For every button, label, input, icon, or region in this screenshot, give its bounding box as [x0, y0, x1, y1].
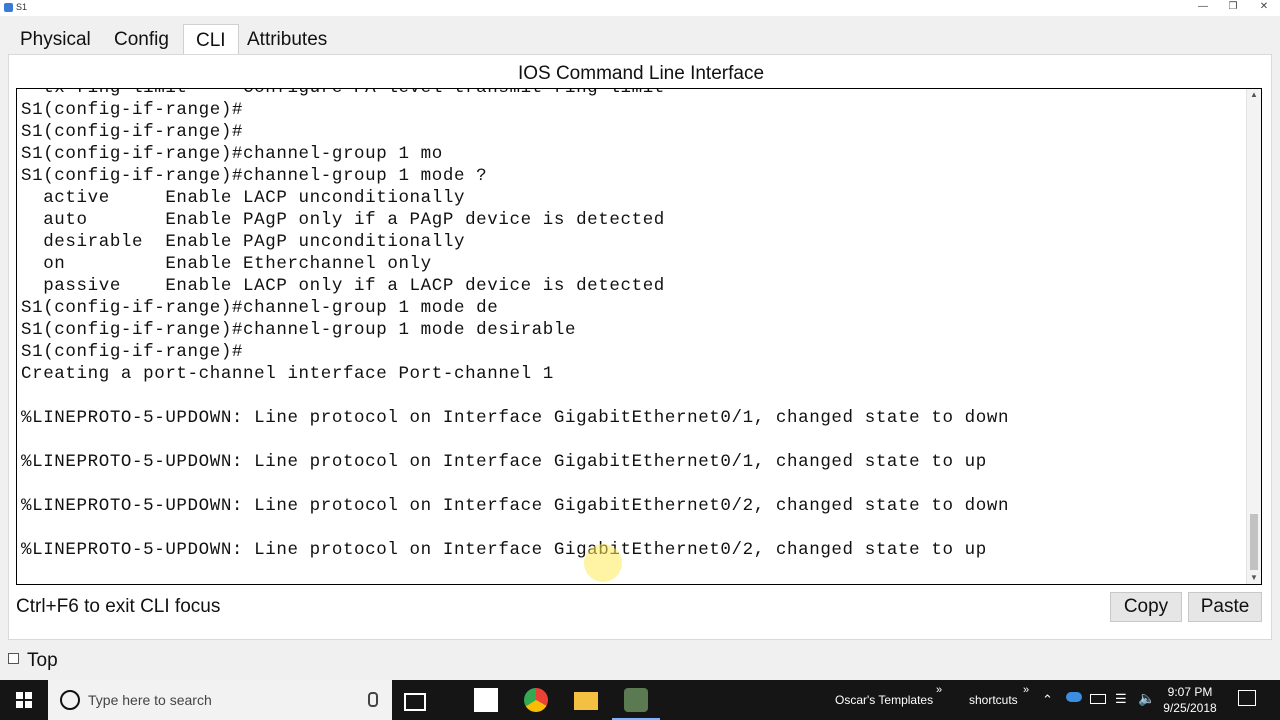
window-titlebar: S1 — ❐ ✕ — [0, 0, 1280, 16]
chrome-app-icon[interactable] — [524, 688, 548, 712]
console-line: S1(config-if-range)# — [21, 122, 244, 142]
scrollbar-thumb[interactable] — [1250, 514, 1258, 570]
copy-button[interactable]: Copy — [1110, 592, 1182, 622]
packet-tracer-app-icon[interactable] — [624, 688, 648, 712]
battery-icon[interactable] — [1090, 694, 1106, 704]
window-title: S1 — [16, 2, 28, 12]
action-center-icon[interactable] — [1238, 690, 1256, 706]
show-hidden-icons-icon[interactable]: ⌃ — [1042, 692, 1053, 708]
tab-config[interactable]: Config — [102, 24, 181, 55]
notepad-app-icon[interactable] — [474, 688, 498, 712]
console-line: S1(config-if-range)# — [21, 342, 244, 362]
clock-time: 9:07 PM — [1167, 685, 1213, 699]
console-line: S1(config-if-range)#channel-group 1 mode… — [21, 320, 577, 340]
tab-attributes[interactable]: Attributes — [235, 24, 339, 55]
console-line: S1(config-if-range)#channel-group 1 mode… — [21, 298, 499, 318]
console-line: S1(config-if-range)#channel-group 1 mode… — [21, 166, 488, 186]
wifi-icon[interactable]: ☰ — [1115, 691, 1127, 707]
console-line: active Enable LACP unconditionally — [21, 188, 466, 208]
microphone-icon[interactable] — [368, 692, 378, 707]
paste-button[interactable]: Paste — [1188, 592, 1262, 622]
restore-button[interactable]: ❐ — [1218, 0, 1248, 16]
console-line: tx-ring-limit Configure PA level transmi… — [21, 88, 665, 98]
console-scrollbar[interactable]: ▲ ▼ — [1246, 89, 1261, 584]
task-view-icon[interactable] — [404, 693, 426, 711]
console-line: S1(config-if-range)# — [21, 100, 244, 120]
scroll-down-arrow-icon[interactable]: ▼ — [1247, 572, 1261, 584]
taskbar-clock[interactable]: 9:07 PM 9/25/2018 — [1150, 684, 1230, 716]
console-output: tx-ring-limit Configure PA level transmi… — [21, 88, 1010, 561]
toolbar-expand-icon[interactable]: » — [936, 684, 942, 696]
windows-start-icon[interactable] — [16, 692, 32, 708]
mouse-cursor-highlight — [584, 544, 622, 582]
console-line: desirable Enable PAgP unconditionally — [21, 232, 466, 252]
search-placeholder: Type here to search — [88, 692, 212, 708]
toolbar-oscars-templates[interactable]: Oscar's Templates — [835, 693, 933, 707]
panel-title: IOS Command Line Interface — [517, 63, 765, 84]
shortcuts-expand-icon[interactable]: » — [1023, 684, 1029, 696]
minimize-button[interactable]: — — [1188, 0, 1218, 16]
close-button[interactable]: ✕ — [1249, 0, 1279, 16]
top-checkbox-label: Top — [27, 650, 58, 671]
console-line: %LINEPROTO-5-UPDOWN: Line protocol on In… — [21, 496, 1010, 516]
cli-console[interactable]: tx-ring-limit Configure PA level transmi… — [16, 88, 1262, 585]
console-line: S1(config-if-range)#channel-group 1 mo — [21, 144, 443, 164]
onedrive-icon[interactable] — [1066, 692, 1082, 702]
tab-cli[interactable]: CLI — [183, 24, 239, 55]
app-icon — [4, 3, 13, 12]
console-line: %LINEPROTO-5-UPDOWN: Line protocol on In… — [21, 408, 1010, 428]
console-line: auto Enable PAgP only if a PAgP device i… — [21, 210, 665, 230]
console-line: Creating a port-channel interface Port-c… — [21, 364, 554, 384]
top-checkbox[interactable]: Top — [8, 650, 58, 672]
taskbar-search-box[interactable]: Type here to search — [48, 680, 392, 720]
scroll-up-arrow-icon[interactable]: ▲ — [1247, 89, 1261, 101]
console-line: passive Enable LACP only if a LACP devic… — [21, 276, 665, 296]
file-explorer-icon[interactable] — [574, 692, 598, 710]
console-line: %LINEPROTO-5-UPDOWN: Line protocol on In… — [21, 540, 987, 560]
console-line: on Enable Etherchannel only — [21, 254, 432, 274]
tab-physical[interactable]: Physical — [8, 24, 103, 55]
cli-focus-hint: Ctrl+F6 to exit CLI focus — [16, 596, 221, 617]
console-line: %LINEPROTO-5-UPDOWN: Line protocol on In… — [21, 452, 987, 472]
clock-date: 9/25/2018 — [1163, 701, 1217, 715]
checkbox-box[interactable] — [8, 653, 19, 664]
cortana-circle-icon — [60, 690, 80, 710]
toolbar-shortcuts[interactable]: shortcuts — [969, 693, 1018, 707]
windows-taskbar: Type here to search Oscar's Templates » … — [0, 680, 1280, 720]
